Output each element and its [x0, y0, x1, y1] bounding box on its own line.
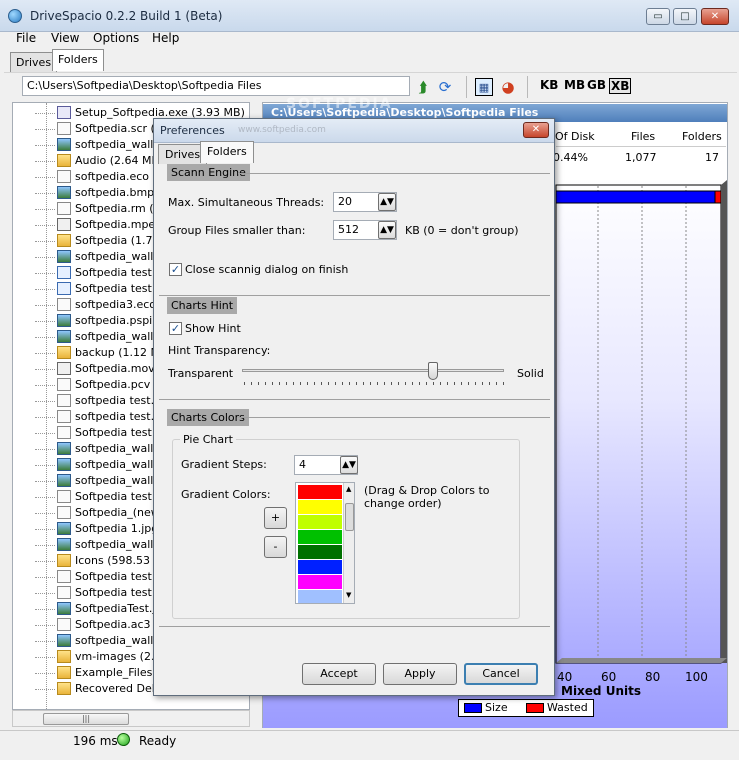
section-divider — [238, 173, 550, 174]
hint-transparency-label: Hint Transparency: — [168, 344, 271, 357]
apply-button[interactable]: Apply — [383, 663, 457, 685]
legend-size-label: Size — [485, 701, 508, 714]
x-tick-label: 80 — [645, 670, 661, 684]
pie-chart-header: Pie Chart — [180, 433, 236, 446]
transparency-slider-track[interactable] — [242, 369, 504, 372]
section-divider — [159, 399, 550, 400]
legend-size-swatch — [464, 703, 482, 713]
accept-button[interactable]: Accept — [302, 663, 376, 685]
x-tick-label: 100 — [685, 670, 708, 684]
transparency-slider-thumb[interactable] — [428, 362, 439, 380]
status-text: Ready — [139, 734, 177, 748]
dialog-tab-folders[interactable]: Folders — [200, 141, 254, 163]
scroll-up-icon[interactable]: ▲ — [346, 485, 351, 493]
charts-hint-header: Charts Hint — [167, 297, 238, 314]
add-color-button[interactable]: + — [264, 507, 287, 529]
close-dialog-checkbox[interactable]: ✓ — [169, 263, 182, 276]
x-tick-label: 40 — [557, 670, 573, 684]
status-time: 196 ms — [73, 734, 118, 748]
section-divider — [159, 295, 550, 296]
chart-legend: Size Wasted — [458, 699, 594, 717]
plot-frame — [555, 184, 722, 664]
gradient-color-swatch[interactable] — [298, 515, 342, 530]
chart-grid — [597, 186, 687, 663]
gradient-color-swatch[interactable] — [298, 530, 342, 545]
threads-label: Max. Simultaneous Threads: — [168, 196, 325, 209]
close-dialog-label: Close scannig dialog on finish — [185, 263, 349, 276]
wasted-bar[interactable] — [714, 190, 722, 204]
colors-list-scrollbar[interactable]: ▲ ▼ — [343, 483, 354, 603]
group-files-unit: KB (0 = don't group) — [405, 224, 519, 237]
plot-depth-edge — [721, 180, 727, 663]
preferences-dialog: Preferences www.softpedia.com ✕ Drives F… — [153, 118, 555, 696]
legend-wasted-label: Wasted — [547, 701, 588, 714]
legend-wasted-swatch — [526, 703, 544, 713]
gradient-steps-label: Gradient Steps: — [181, 458, 267, 471]
group-files-spin-button[interactable]: ▲▼ — [378, 221, 396, 239]
threads-spin-button[interactable]: ▲▼ — [378, 193, 396, 211]
gradient-color-swatch[interactable] — [298, 575, 342, 590]
scroll-down-icon[interactable]: ▼ — [346, 591, 351, 599]
gradient-color-swatch[interactable] — [298, 590, 342, 603]
dialog-title: Preferences — [160, 124, 225, 137]
gradient-colors-label: Gradient Colors: — [181, 488, 271, 501]
section-divider — [238, 417, 550, 418]
status-ok-icon — [117, 733, 130, 746]
x-tick-label: 60 — [601, 670, 617, 684]
drag-drop-note: (Drag & Drop Colors to change order) — [364, 484, 490, 510]
slider-ticks — [244, 382, 504, 385]
dialog-watermark: www.softpedia.com — [238, 125, 326, 135]
solid-label: Solid — [517, 367, 544, 380]
x-axis-label: Mixed Units — [561, 684, 641, 698]
gradient-steps-spin-button[interactable]: ▲▼ — [340, 456, 358, 474]
gradient-color-swatch[interactable] — [298, 500, 342, 515]
gradient-color-swatch[interactable] — [298, 545, 342, 560]
transparent-label: Transparent — [168, 367, 234, 380]
size-bar[interactable] — [555, 190, 716, 204]
gradient-color-swatch[interactable] — [298, 560, 342, 575]
gradient-color-swatch[interactable] — [298, 485, 342, 500]
remove-color-button[interactable]: - — [264, 536, 287, 558]
plot-floor — [556, 658, 727, 663]
colors-scrollbar-thumb[interactable] — [345, 503, 354, 531]
charts-colors-header: Charts Colors — [167, 409, 249, 426]
section-divider — [159, 626, 550, 627]
group-files-label: Group Files smaller than: — [168, 224, 306, 237]
show-hint-label: Show Hint — [185, 322, 241, 335]
cancel-button[interactable]: Cancel — [464, 663, 538, 685]
gradient-colors-list[interactable]: ▲ ▼ — [295, 482, 355, 604]
dialog-close-button[interactable]: ✕ — [523, 122, 549, 138]
show-hint-checkbox[interactable]: ✓ — [169, 322, 182, 335]
